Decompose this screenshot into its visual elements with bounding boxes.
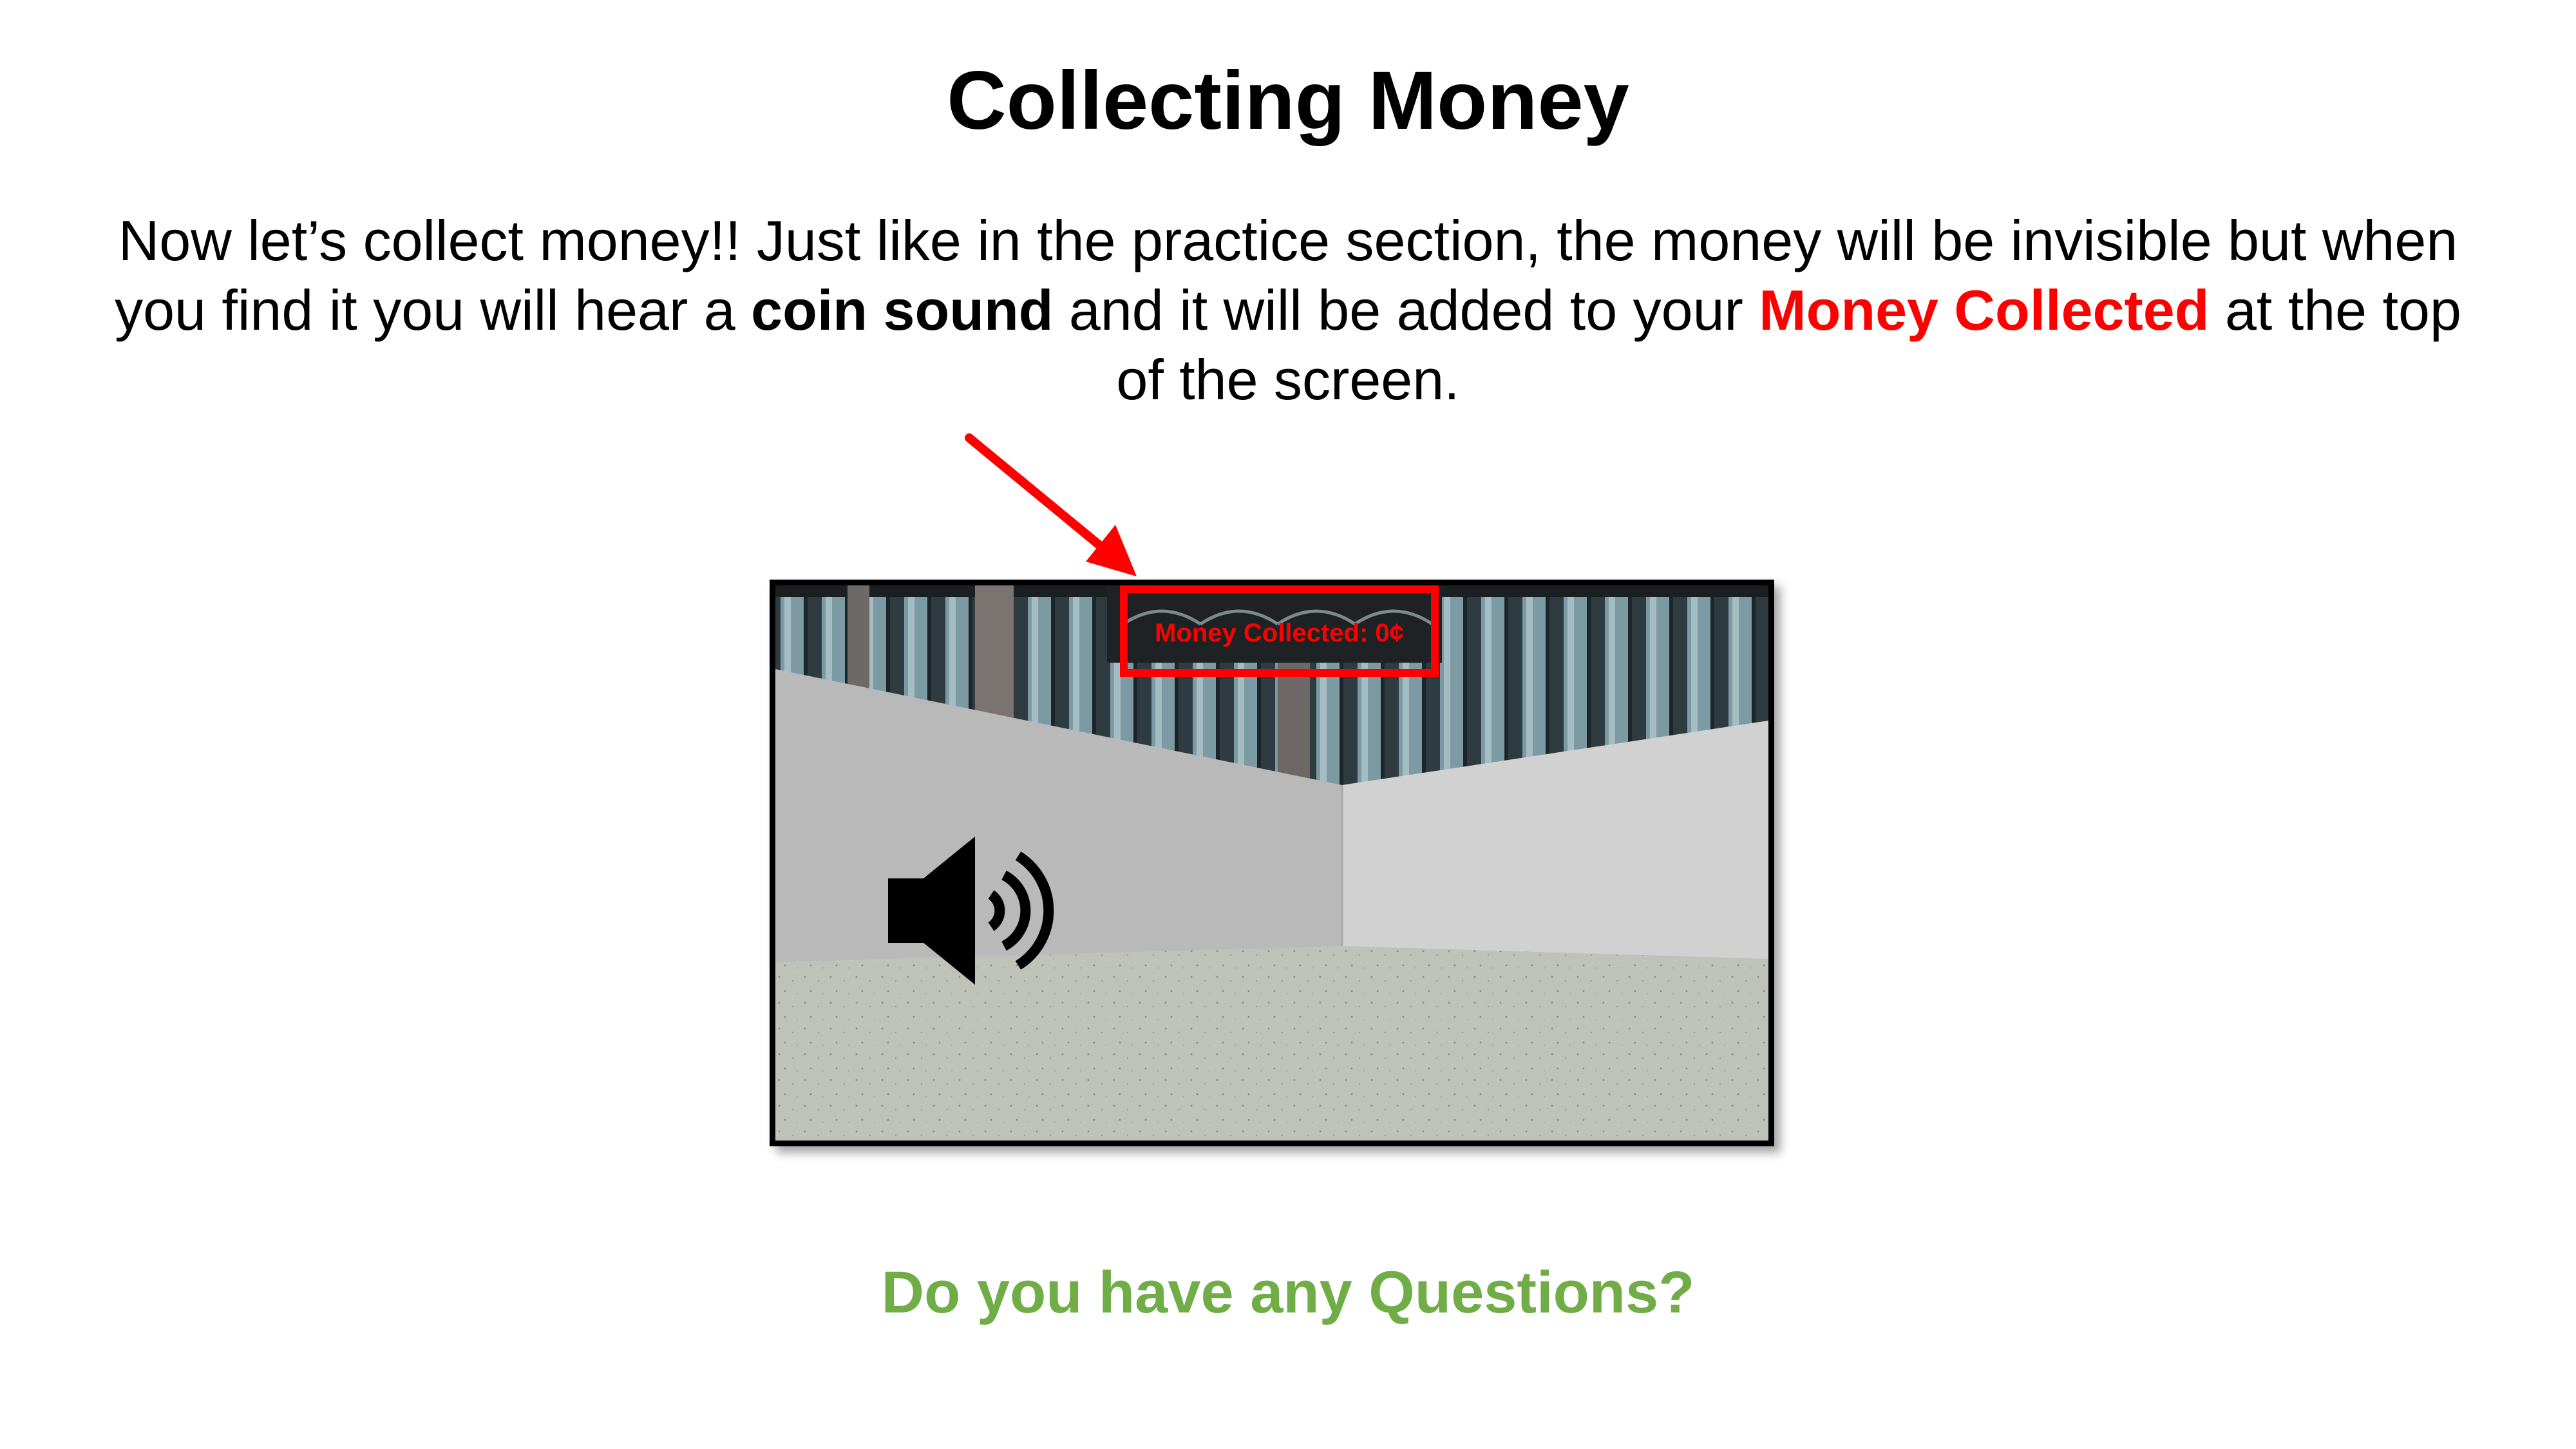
money-collected-hud-highlight: Money Collected: 0¢: [1120, 585, 1439, 677]
coin-sound-emphasis: coin sound: [751, 278, 1054, 342]
body-part-2: and it will be added to your: [1053, 278, 1759, 342]
money-collected-hud-label: Money Collected: 0¢: [1155, 619, 1404, 647]
speaker-volume-icon: [888, 837, 1054, 985]
slide-title: Collecting Money: [947, 55, 1629, 147]
slide-body-text: Now let’s collect money!! Just like in t…: [97, 206, 2479, 415]
game-screenshot: Money Collected: 0¢: [770, 580, 1774, 1146]
questions-prompt: Do you have any Questions?: [881, 1260, 1695, 1325]
money-collected-highlight: Money Collected: [1759, 278, 2210, 342]
